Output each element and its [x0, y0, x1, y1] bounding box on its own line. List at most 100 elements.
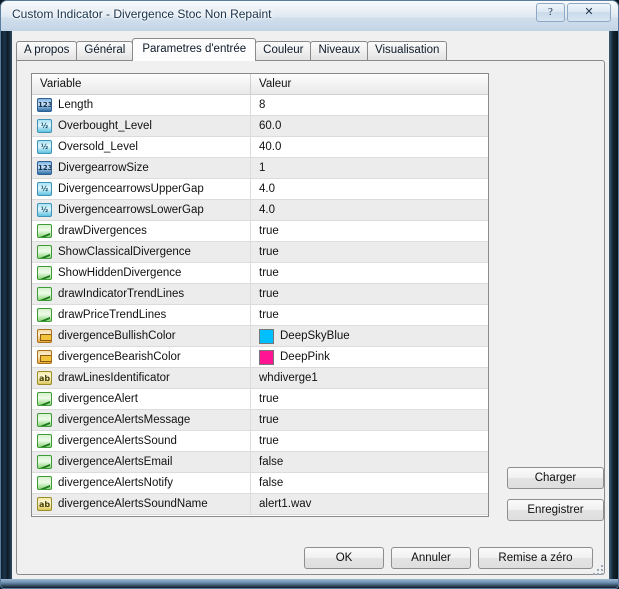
- table-row[interactable]: divergenceAlertsNotify false: [32, 473, 488, 494]
- cell-variable: ShowHiddenDivergence: [32, 263, 251, 283]
- cell-variable: ShowClassicalDivergence: [32, 242, 251, 262]
- color-swatch: [259, 328, 274, 344]
- cell-value[interactable]: DeepPink: [251, 347, 488, 367]
- table-row[interactable]: ½ DivergencearrowsUpperGap 4.0: [32, 179, 488, 200]
- cell-variable: drawDivergences: [32, 221, 251, 241]
- cell-value[interactable]: true: [251, 242, 488, 262]
- table-row[interactable]: 123 DivergearrowSize 1: [32, 158, 488, 179]
- table-row[interactable]: divergenceBullishColor DeepSkyBlue: [32, 326, 488, 347]
- tab-niveaux[interactable]: Niveaux: [310, 41, 369, 60]
- variable-name: divergenceBearishColor: [58, 351, 181, 363]
- table-row[interactable]: divergenceAlertsEmail false: [32, 452, 488, 473]
- cell-value[interactable]: false: [251, 473, 488, 493]
- cell-variable: divergenceAlertsEmail: [32, 452, 251, 472]
- cell-value[interactable]: 40.0: [251, 137, 488, 157]
- table-row[interactable]: drawPriceTrendLines true: [32, 305, 488, 326]
- table-row[interactable]: drawDivergences true: [32, 221, 488, 242]
- color-icon: [37, 350, 52, 364]
- table-row[interactable]: ShowHiddenDivergence true: [32, 263, 488, 284]
- tab-visualisation[interactable]: Visualisation: [367, 41, 448, 60]
- table-row[interactable]: divergenceAlertsMessage true: [32, 410, 488, 431]
- window-right-edge: [609, 31, 618, 588]
- double-icon: ½: [37, 203, 52, 217]
- double-icon: ½: [37, 140, 52, 154]
- cell-value[interactable]: true: [251, 431, 488, 451]
- cell-value[interactable]: 4.0: [251, 179, 488, 199]
- table-row[interactable]: ab drawLinesIdentificator whdiverge1: [32, 368, 488, 389]
- cell-value[interactable]: 60.0: [251, 116, 488, 136]
- window-left-edge: [1, 31, 12, 588]
- ok-button[interactable]: OK: [304, 547, 384, 569]
- resize-grip-icon[interactable]: [593, 565, 605, 577]
- cell-variable: divergenceAlertsNotify: [32, 473, 251, 493]
- table-row[interactable]: ab divergenceAlertsSoundName alert1.wav: [32, 494, 488, 515]
- variable-name: ShowHiddenDivergence: [58, 267, 182, 279]
- table-row[interactable]: ½ DivergencearrowsLowerGap 4.0: [32, 200, 488, 221]
- cell-value[interactable]: true: [251, 284, 488, 304]
- cell-value[interactable]: true: [251, 305, 488, 325]
- cell-value[interactable]: true: [251, 410, 488, 430]
- cell-value[interactable]: 8: [251, 95, 488, 115]
- boolean-icon: [37, 434, 52, 448]
- double-icon: ½: [37, 119, 52, 133]
- cell-value[interactable]: whdiverge1: [251, 368, 488, 388]
- cell-variable: divergenceAlertsMessage: [32, 410, 251, 430]
- variable-name: Length: [58, 99, 94, 111]
- cell-value[interactable]: true: [251, 389, 488, 409]
- grid-header-row: Variable Valeur: [32, 74, 488, 95]
- table-row[interactable]: drawIndicatorTrendLines true: [32, 284, 488, 305]
- cell-value[interactable]: 1: [251, 158, 488, 178]
- cell-variable: ab drawLinesIdentificator: [32, 368, 251, 388]
- tab-a-propos[interactable]: A propos: [16, 41, 78, 60]
- save-button[interactable]: Enregistrer: [507, 499, 604, 521]
- column-header-value: Valeur: [259, 78, 292, 90]
- tab-g-n-ral[interactable]: Général: [76, 41, 134, 60]
- variable-name: drawPriceTrendLines: [58, 309, 167, 321]
- cell-value[interactable]: DeepSkyBlue: [251, 326, 488, 346]
- cell-value[interactable]: true: [251, 263, 488, 283]
- cell-variable: ½ DivergencearrowsUpperGap: [32, 179, 251, 199]
- help-button[interactable]: ?: [536, 3, 565, 22]
- cell-variable: 123 Length: [32, 95, 251, 115]
- cell-variable: divergenceBullishColor: [32, 326, 251, 346]
- cell-variable: divergenceAlertsSound: [32, 431, 251, 451]
- variable-name: divergenceAlertsSound: [58, 435, 177, 447]
- tab-parametres-d-entr-e[interactable]: Parametres d'entrée: [132, 38, 257, 61]
- variable-name: DivergencearrowsLowerGap: [58, 204, 204, 216]
- column-header-variable: Variable: [32, 74, 251, 94]
- close-button[interactable]: ✕: [567, 3, 611, 22]
- load-button[interactable]: Charger: [507, 467, 604, 489]
- cell-variable: ½ Oversold_Level: [32, 137, 251, 157]
- reset-button[interactable]: Remise a zéro: [478, 547, 593, 569]
- cancel-button[interactable]: Annuler: [391, 547, 471, 569]
- cell-value[interactable]: true: [251, 221, 488, 241]
- tab-panel-input-parameters: Variable Valeur 123 Length 8 ½ Overbought_Le…: [16, 60, 605, 575]
- variable-name: divergenceAlertsMessage: [58, 414, 191, 426]
- color-icon: [37, 329, 52, 343]
- cell-variable: drawPriceTrendLines: [32, 305, 251, 325]
- grid-body: 123 Length 8 ½ Overbought_Level 60.0 ½ Oversold…: [32, 95, 488, 515]
- boolean-icon: [37, 287, 52, 301]
- variable-name: drawLinesIdentificator: [58, 372, 170, 384]
- tab-couleur[interactable]: Couleur: [255, 41, 312, 60]
- table-row[interactable]: divergenceAlertsSound true: [32, 431, 488, 452]
- variable-name: divergenceBullishColor: [58, 330, 176, 342]
- cell-value[interactable]: 4.0: [251, 200, 488, 220]
- table-row[interactable]: ½ Overbought_Level 60.0: [32, 116, 488, 137]
- table-row[interactable]: ShowClassicalDivergence true: [32, 242, 488, 263]
- cell-value[interactable]: false: [251, 452, 488, 472]
- parameters-grid[interactable]: Variable Valeur 123 Length 8 ½ Overbought_Le…: [31, 73, 489, 517]
- string-icon: ab: [37, 497, 52, 511]
- window-bottom-edge: [1, 579, 618, 588]
- table-row[interactable]: divergenceAlert true: [32, 389, 488, 410]
- cell-variable: drawIndicatorTrendLines: [32, 284, 251, 304]
- table-row[interactable]: divergenceBearishColor DeepPink: [32, 347, 488, 368]
- variable-name: DivergearrowSize: [58, 162, 149, 174]
- variable-name: divergenceAlert: [58, 393, 138, 405]
- table-row[interactable]: ½ Oversold_Level 40.0: [32, 137, 488, 158]
- variable-name: divergenceAlertsNotify: [58, 477, 174, 489]
- cell-value[interactable]: alert1.wav: [251, 494, 488, 514]
- variable-name: ShowClassicalDivergence: [58, 246, 191, 258]
- cell-variable: ½ DivergencearrowsLowerGap: [32, 200, 251, 220]
- table-row[interactable]: 123 Length 8: [32, 95, 488, 116]
